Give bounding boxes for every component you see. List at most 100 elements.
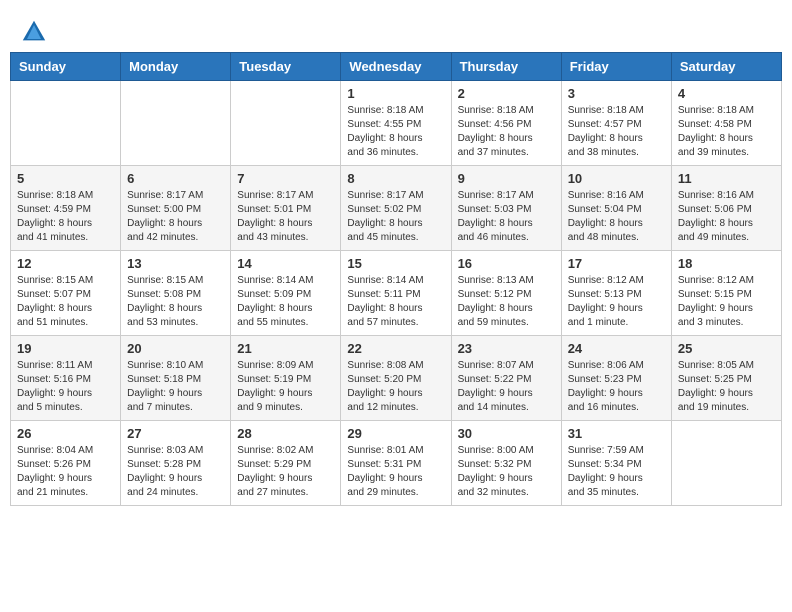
calendar-day-27: 27 Sunrise: 8:03 AM Sunset: 5:28 PM Dayli… (121, 421, 231, 506)
calendar-day-11: 11 Sunrise: 8:16 AM Sunset: 5:06 PM Dayli… (671, 166, 781, 251)
calendar-day-23: 23 Sunrise: 8:07 AM Sunset: 5:22 PM Dayli… (451, 336, 561, 421)
weekday-header-friday: Friday (561, 53, 671, 81)
calendar-day-24: 24 Sunrise: 8:06 AM Sunset: 5:23 PM Dayli… (561, 336, 671, 421)
calendar-day-7: 7 Sunrise: 8:17 AM Sunset: 5:01 PM Daylig… (231, 166, 341, 251)
calendar-day-3: 3Sunrise: 8:18 AM Sunset: 4:57 PM Daylig… (561, 81, 671, 166)
day-number-8: 8 (347, 171, 444, 186)
day-number-21: 21 (237, 341, 334, 356)
day-number-12: 12 (17, 256, 114, 271)
day-number-24: 24 (568, 341, 665, 356)
calendar-day-19: 19 Sunrise: 8:11 AM Sunset: 5:16 PM Dayli… (11, 336, 121, 421)
calendar-day-5: 5 Sunrise: 8:18 AM Sunset: 4:59 PM Daylig… (11, 166, 121, 251)
day-number-11: 11 (678, 171, 775, 186)
day-info-26: Sunrise: 8:04 AM Sunset: 5:26 PM Dayligh… (17, 444, 114, 500)
calendar-day-4: 4Sunrise: 8:18 AM Sunset: 4:58 PM Daylig… (671, 81, 781, 166)
calendar-day-16: 16 Sunrise: 8:13 AM Sunset: 5:12 PM Dayli… (451, 251, 561, 336)
day-info-30: Sunrise: 8:00 AM Sunset: 5:32 PM Dayligh… (458, 444, 555, 500)
day-info-24: Sunrise: 8:06 AM Sunset: 5:23 PM Dayligh… (568, 359, 665, 415)
day-info-27: Sunrise: 8:03 AM Sunset: 5:28 PM Dayligh… (127, 444, 224, 500)
calendar-day-26: 26 Sunrise: 8:04 AM Sunset: 5:26 PM Dayli… (11, 421, 121, 506)
weekday-header-wednesday: Wednesday (341, 53, 451, 81)
day-number-30: 30 (458, 426, 555, 441)
day-number-19: 19 (17, 341, 114, 356)
calendar-week-5: 26 Sunrise: 8:04 AM Sunset: 5:26 PM Dayli… (11, 421, 782, 506)
day-info-10: Sunrise: 8:16 AM Sunset: 5:04 PM Dayligh… (568, 189, 665, 245)
day-number-17: 17 (568, 256, 665, 271)
day-number-1: 1 (347, 86, 444, 101)
day-info-17: Sunrise: 8:12 AM Sunset: 5:13 PM Dayligh… (568, 274, 665, 330)
logo-icon (20, 18, 48, 46)
day-info-25: Sunrise: 8:05 AM Sunset: 5:25 PM Dayligh… (678, 359, 775, 415)
calendar-day-15: 15 Sunrise: 8:14 AM Sunset: 5:11 PM Dayli… (341, 251, 451, 336)
day-number-9: 9 (458, 171, 555, 186)
weekday-header-saturday: Saturday (671, 53, 781, 81)
day-number-7: 7 (237, 171, 334, 186)
day-number-15: 15 (347, 256, 444, 271)
day-info-21: Sunrise: 8:09 AM Sunset: 5:19 PM Dayligh… (237, 359, 334, 415)
day-info-7: Sunrise: 8:17 AM Sunset: 5:01 PM Dayligh… (237, 189, 334, 245)
day-info-23: Sunrise: 8:07 AM Sunset: 5:22 PM Dayligh… (458, 359, 555, 415)
calendar-day-12: 12Sunrise: 8:15 AM Sunset: 5:07 PM Dayli… (11, 251, 121, 336)
empty-cell (121, 81, 231, 166)
day-number-16: 16 (458, 256, 555, 271)
weekday-header-tuesday: Tuesday (231, 53, 341, 81)
empty-cell (231, 81, 341, 166)
calendar-day-17: 17 Sunrise: 8:12 AM Sunset: 5:13 PM Dayli… (561, 251, 671, 336)
day-number-23: 23 (458, 341, 555, 356)
calendar-day-6: 6 Sunrise: 8:17 AM Sunset: 5:00 PM Daylig… (121, 166, 231, 251)
day-number-26: 26 (17, 426, 114, 441)
calendar-day-1: 1Sunrise: 8:18 AM Sunset: 4:55 PM Daylig… (341, 81, 451, 166)
calendar-week-2: 5 Sunrise: 8:18 AM Sunset: 4:59 PM Daylig… (11, 166, 782, 251)
weekday-header-row: SundayMondayTuesdayWednesdayThursdayFrid… (11, 53, 782, 81)
calendar-day-29: 29 Sunrise: 8:01 AM Sunset: 5:31 PM Dayli… (341, 421, 451, 506)
day-number-10: 10 (568, 171, 665, 186)
calendar-day-25: 25Sunrise: 8:05 AM Sunset: 5:25 PM Dayli… (671, 336, 781, 421)
day-number-28: 28 (237, 426, 334, 441)
day-info-20: Sunrise: 8:10 AM Sunset: 5:18 PM Dayligh… (127, 359, 224, 415)
calendar-day-30: 30 Sunrise: 8:00 AM Sunset: 5:32 PM Dayli… (451, 421, 561, 506)
day-info-16: Sunrise: 8:13 AM Sunset: 5:12 PM Dayligh… (458, 274, 555, 330)
calendar-day-9: 9 Sunrise: 8:17 AM Sunset: 5:03 PM Daylig… (451, 166, 561, 251)
day-info-22: Sunrise: 8:08 AM Sunset: 5:20 PM Dayligh… (347, 359, 444, 415)
day-info-11: Sunrise: 8:16 AM Sunset: 5:06 PM Dayligh… (678, 189, 775, 245)
day-number-6: 6 (127, 171, 224, 186)
day-info-31: Sunrise: 7:59 AM Sunset: 5:34 PM Dayligh… (568, 444, 665, 500)
day-info-19: Sunrise: 8:11 AM Sunset: 5:16 PM Dayligh… (17, 359, 114, 415)
empty-cell (671, 421, 781, 506)
day-number-31: 31 (568, 426, 665, 441)
calendar-week-4: 19 Sunrise: 8:11 AM Sunset: 5:16 PM Dayli… (11, 336, 782, 421)
day-info-28: Sunrise: 8:02 AM Sunset: 5:29 PM Dayligh… (237, 444, 334, 500)
day-info-13: Sunrise: 8:15 AM Sunset: 5:08 PM Dayligh… (127, 274, 224, 330)
calendar-week-3: 12Sunrise: 8:15 AM Sunset: 5:07 PM Dayli… (11, 251, 782, 336)
day-number-14: 14 (237, 256, 334, 271)
day-info-2: Sunrise: 8:18 AM Sunset: 4:56 PM Dayligh… (458, 104, 555, 160)
weekday-header-thursday: Thursday (451, 53, 561, 81)
calendar-day-22: 22 Sunrise: 8:08 AM Sunset: 5:20 PM Dayli… (341, 336, 451, 421)
calendar-day-31: 31 Sunrise: 7:59 AM Sunset: 5:34 PM Dayli… (561, 421, 671, 506)
weekday-header-sunday: Sunday (11, 53, 121, 81)
calendar-day-8: 8Sunrise: 8:17 AM Sunset: 5:02 PM Daylig… (341, 166, 451, 251)
day-number-18: 18 (678, 256, 775, 271)
calendar-day-18: 18Sunrise: 8:12 AM Sunset: 5:15 PM Dayli… (671, 251, 781, 336)
day-number-5: 5 (17, 171, 114, 186)
day-number-22: 22 (347, 341, 444, 356)
day-info-4: Sunrise: 8:18 AM Sunset: 4:58 PM Dayligh… (678, 104, 775, 160)
day-number-2: 2 (458, 86, 555, 101)
weekday-header-monday: Monday (121, 53, 231, 81)
empty-cell (11, 81, 121, 166)
day-number-13: 13 (127, 256, 224, 271)
calendar-day-21: 21 Sunrise: 8:09 AM Sunset: 5:19 PM Dayli… (231, 336, 341, 421)
day-info-5: Sunrise: 8:18 AM Sunset: 4:59 PM Dayligh… (17, 189, 114, 245)
day-number-27: 27 (127, 426, 224, 441)
day-info-29: Sunrise: 8:01 AM Sunset: 5:31 PM Dayligh… (347, 444, 444, 500)
day-info-9: Sunrise: 8:17 AM Sunset: 5:03 PM Dayligh… (458, 189, 555, 245)
day-number-29: 29 (347, 426, 444, 441)
day-info-14: Sunrise: 8:14 AM Sunset: 5:09 PM Dayligh… (237, 274, 334, 330)
calendar-day-13: 13 Sunrise: 8:15 AM Sunset: 5:08 PM Dayli… (121, 251, 231, 336)
calendar-day-20: 20 Sunrise: 8:10 AM Sunset: 5:18 PM Dayli… (121, 336, 231, 421)
day-info-15: Sunrise: 8:14 AM Sunset: 5:11 PM Dayligh… (347, 274, 444, 330)
day-info-6: Sunrise: 8:17 AM Sunset: 5:00 PM Dayligh… (127, 189, 224, 245)
page-header (10, 10, 782, 52)
calendar-day-28: 28 Sunrise: 8:02 AM Sunset: 5:29 PM Dayli… (231, 421, 341, 506)
day-number-20: 20 (127, 341, 224, 356)
